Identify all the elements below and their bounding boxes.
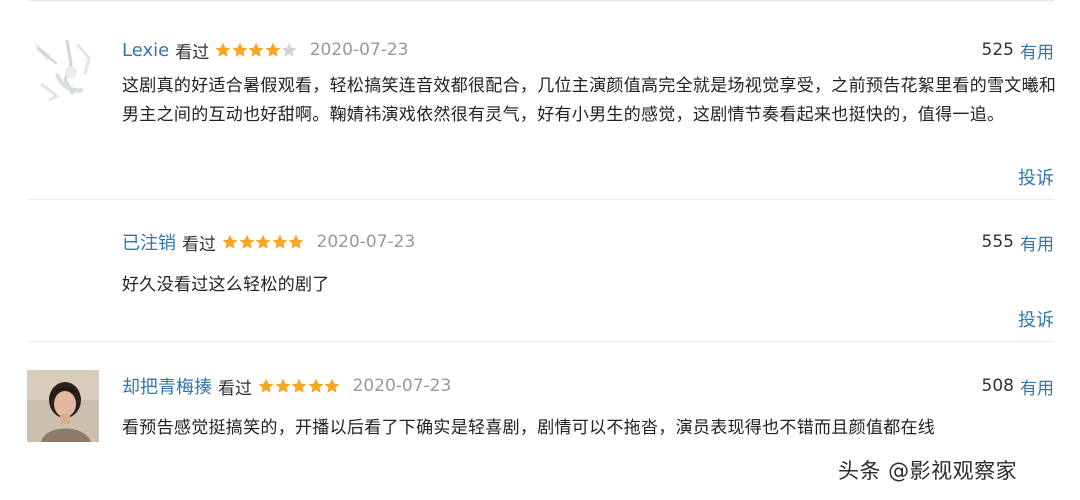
username-link[interactable]: Lexie <box>122 40 169 61</box>
star-icon <box>222 234 238 249</box>
comment-header: 却把青梅揍 看过 2020-07-23 <box>122 373 452 399</box>
star-icon <box>324 378 340 393</box>
comment-item: 已注销 看过 2020-07-23 555 有用 好久没看过这么轻松的剧了 投诉 <box>0 222 1080 340</box>
rating-stars <box>222 234 305 250</box>
report-link[interactable]: 投诉 <box>1018 164 1054 190</box>
comment-header: 已注销 看过 2020-07-23 <box>122 229 416 255</box>
top-divider <box>28 0 1054 1</box>
comment-divider <box>28 341 1054 342</box>
comment-date: 2020-07-23 <box>316 232 416 252</box>
star-icon <box>258 378 274 393</box>
star-icon <box>239 234 254 249</box>
star-icon <box>288 234 304 249</box>
star-icon <box>308 378 323 393</box>
star-icon <box>215 42 231 57</box>
star-icon <box>265 42 281 57</box>
useful-button[interactable]: 有用 <box>1020 38 1054 63</box>
star-icon <box>281 42 297 57</box>
watermark: 头条 @影视观察家 <box>838 459 1018 483</box>
vote-area: 555 有用 <box>981 230 1054 255</box>
vote-count: 555 <box>981 232 1014 252</box>
vote-area: 525 有用 <box>981 38 1054 63</box>
comment-date: 2020-07-23 <box>352 376 452 396</box>
comment-text: 好久没看过这么轻松的剧了 <box>122 275 330 295</box>
comment-text: 看预告感觉挺搞笑的，开播以后看了下确实是轻喜剧，剧情可以不拖沓，演员表现得也不错… <box>122 418 936 438</box>
watch-status: 看过 <box>218 378 252 399</box>
comment-text: 这剧真的好适合暑假观看，轻松搞笑连音效都很配合，几位主演颜值高完全就是场视觉享受… <box>122 76 1057 125</box>
comment-header: Lexie 看过 2020-07-23 <box>122 38 409 63</box>
avatar[interactable] <box>27 370 99 442</box>
comment-date: 2020-07-23 <box>309 40 409 60</box>
avatar[interactable] <box>27 34 99 106</box>
star-icon <box>291 378 307 393</box>
username-link[interactable]: 已注销 <box>122 229 176 255</box>
star-icon <box>275 378 290 393</box>
useful-button[interactable]: 有用 <box>1020 230 1054 255</box>
star-icon <box>248 42 264 57</box>
rating-stars <box>215 42 298 58</box>
watch-status: 看过 <box>182 234 216 255</box>
star-icon <box>255 234 271 249</box>
comment-item: Lexie 看过 2020-07-23 525 有用 这剧真的好适合暑假观看，轻… <box>0 30 1080 200</box>
vote-count: 508 <box>981 376 1014 396</box>
rating-stars <box>258 378 341 394</box>
username-link[interactable]: 却把青梅揍 <box>122 373 212 399</box>
star-icon <box>272 234 287 249</box>
watch-status: 看过 <box>175 42 210 63</box>
comment-divider <box>28 199 1054 200</box>
report-link[interactable]: 投诉 <box>1018 306 1054 332</box>
vote-count: 525 <box>981 40 1014 60</box>
star-icon <box>232 42 248 57</box>
useful-button[interactable]: 有用 <box>1020 374 1054 399</box>
vote-area: 508 有用 <box>981 374 1054 399</box>
